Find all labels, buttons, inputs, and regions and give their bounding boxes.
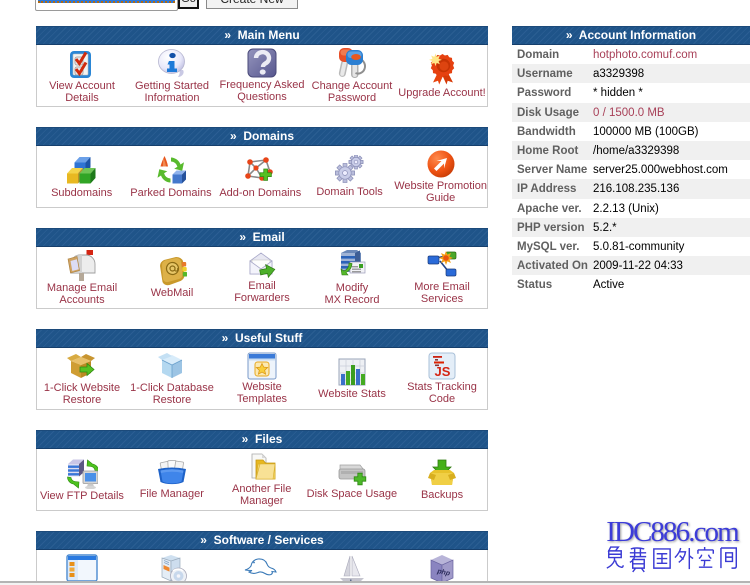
svg-text:JS: JS [435, 364, 451, 379]
